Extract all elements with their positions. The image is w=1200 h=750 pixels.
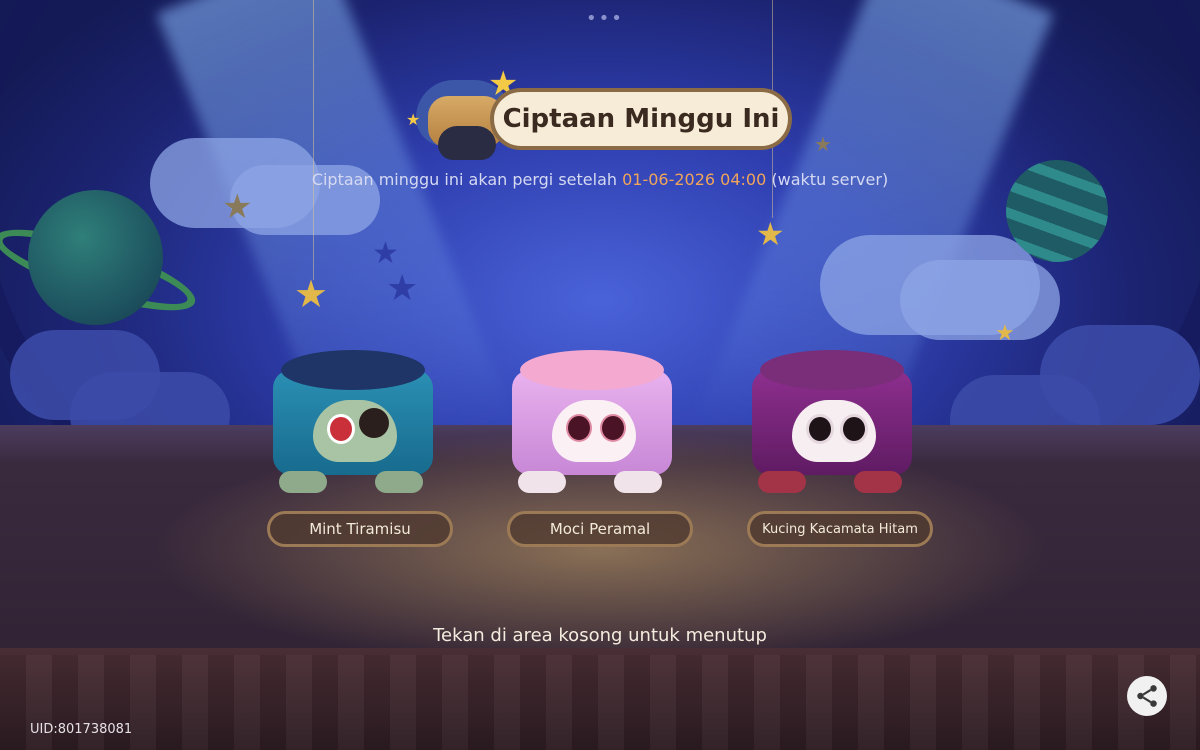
cat-eye bbox=[327, 414, 355, 444]
star-icon: ★ bbox=[814, 132, 832, 156]
creation-name-label[interactable]: Moci Peramal bbox=[507, 511, 693, 547]
user-id: UID:801738081 bbox=[30, 722, 133, 737]
cat-paw bbox=[518, 471, 566, 493]
star-icon: ★ bbox=[756, 215, 785, 253]
cat-eye bbox=[840, 414, 868, 444]
expiry-prefix: Ciptaan minggu ini akan pergi setelah bbox=[311, 170, 618, 189]
star-icon: ★ bbox=[386, 268, 419, 309]
creation-kucing-kacamata-hitam[interactable] bbox=[752, 350, 912, 495]
expiry-notice: Ciptaan minggu ini akan pergi setelah 01… bbox=[0, 170, 1200, 189]
star-icon: ★ bbox=[406, 110, 421, 129]
star-icon: ★ bbox=[995, 321, 1015, 346]
creation-moci-peramal[interactable] bbox=[512, 350, 672, 495]
cat-paw bbox=[614, 471, 662, 493]
cat-paw bbox=[375, 471, 423, 493]
cake-top bbox=[520, 350, 664, 390]
star-icon: ★ bbox=[294, 272, 329, 316]
expiry-datetime: 01-06-2026 04:00 bbox=[622, 170, 767, 189]
hanging-string bbox=[313, 0, 314, 280]
expiry-suffix: (waktu server) bbox=[771, 170, 889, 189]
badge-cat-icon bbox=[438, 126, 496, 160]
creation-name-label[interactable]: Mint Tiramisu bbox=[267, 511, 453, 547]
cake-top bbox=[760, 350, 904, 390]
cat-paw bbox=[279, 471, 327, 493]
stage-curtain bbox=[0, 655, 1200, 750]
creation-name-label[interactable]: Kucing Kacamata Hitam bbox=[747, 511, 933, 547]
eye-patch bbox=[359, 408, 389, 438]
cloud-decoration bbox=[900, 260, 1060, 340]
planet-left bbox=[28, 190, 163, 325]
cake-top bbox=[281, 350, 425, 390]
star-icon: ★ bbox=[222, 187, 253, 227]
cat-eye bbox=[600, 414, 626, 442]
creation-mint-tiramisu[interactable] bbox=[273, 350, 433, 495]
share-icon bbox=[1137, 685, 1157, 707]
cat-eye bbox=[806, 414, 834, 444]
more-dots-icon[interactable]: ••• bbox=[586, 8, 624, 29]
share-button[interactable] bbox=[1127, 676, 1167, 716]
cat-paw bbox=[758, 471, 806, 493]
page-title: Ciptaan Minggu Ini bbox=[502, 104, 780, 134]
title-plate: Ciptaan Minggu Ini bbox=[490, 88, 792, 150]
cat-paw bbox=[854, 471, 902, 493]
close-hint: Tekan di area kosong untuk menutup bbox=[433, 625, 767, 646]
cat-eye bbox=[566, 414, 592, 442]
